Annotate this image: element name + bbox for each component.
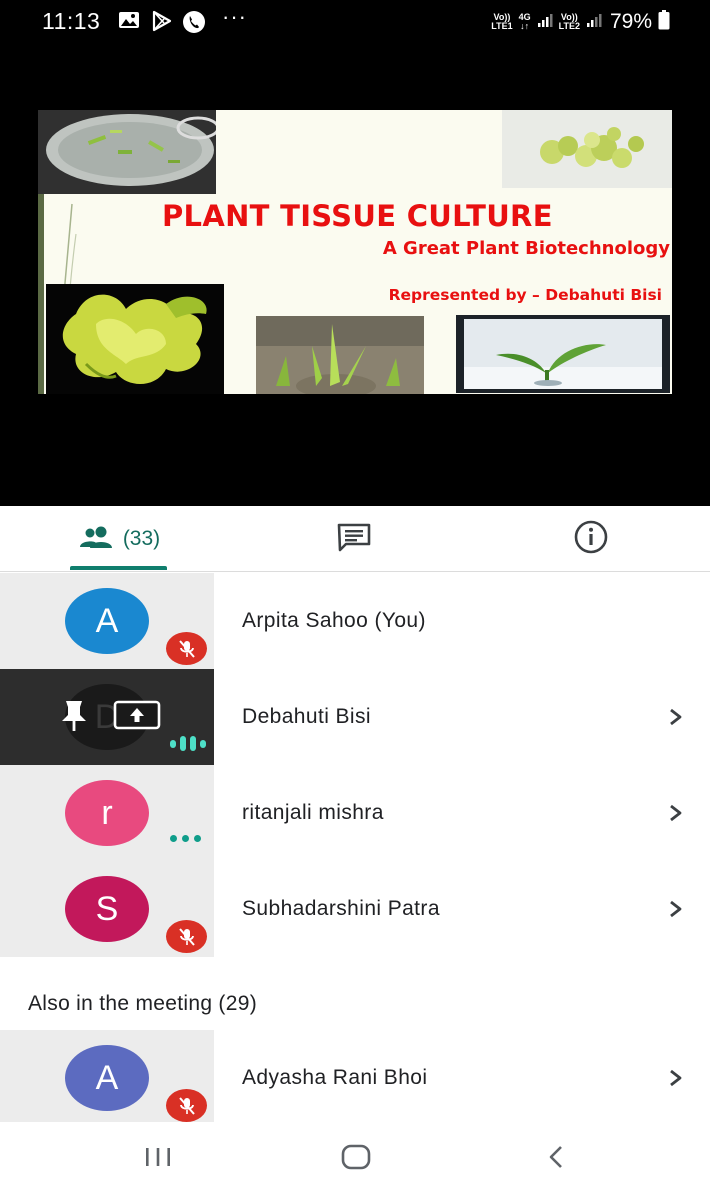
back-icon[interactable] <box>546 1144 566 1175</box>
recents-icon[interactable] <box>144 1146 172 1173</box>
avatar: A <box>65 1045 149 1111</box>
participant-tile: D <box>0 669 214 765</box>
participant-tile: A <box>0 573 214 669</box>
phone-icon <box>182 10 206 39</box>
participant-row[interactable]: S Subhadarshini Patra <box>0 861 710 957</box>
mic-off-icon <box>166 1089 207 1122</box>
participant-row[interactable]: r ritanjali mishra <box>0 765 710 861</box>
active-tab-indicator <box>70 566 167 570</box>
avatar: r <box>65 780 149 846</box>
tab-chat[interactable] <box>324 506 384 572</box>
participant-tile: S <box>0 861 214 957</box>
more-notifications: ··· <box>222 4 247 29</box>
image-icon <box>118 10 140 35</box>
avatar: A <box>65 588 149 654</box>
status-bar: 11:13 ··· Vo)) LTE1 4G ↓↑ Vo)) LTE2 79% <box>0 0 710 44</box>
participant-tile: r <box>0 765 214 861</box>
meeting-tab-bar: (33) <box>0 506 710 572</box>
also-in-meeting-header: Also in the meeting (29) <box>28 992 257 1015</box>
mic-off-icon <box>166 920 207 953</box>
signal-icon <box>586 12 602 33</box>
avatar: S <box>65 876 149 942</box>
participant-tile: A <box>0 1030 214 1122</box>
participant-name: ritanjali mishra <box>242 801 384 824</box>
participant-row[interactable]: D Debahuti Bisi <box>0 669 710 765</box>
status-indicators: Vo)) LTE1 4G ↓↑ Vo)) LTE2 79% <box>491 9 670 35</box>
sim2-label: Vo)) LTE2 <box>558 12 580 31</box>
participant-row[interactable]: A Arpita Sahoo (You) <box>0 573 710 669</box>
slide-subtitle: A Great Plant Biotechnology <box>382 238 670 259</box>
callus-image <box>502 110 672 188</box>
play-store-icon <box>151 10 173 37</box>
battery-icon <box>658 9 670 35</box>
participant-row[interactable]: A Adyasha Rani Bhoi <box>0 1030 710 1126</box>
shoot-image <box>256 316 424 394</box>
tab-people[interactable]: (33) <box>70 506 167 572</box>
presentation-slide: PLANT TISSUE CULTURE A Great Plant Biote… <box>38 110 672 394</box>
presentation-view[interactable]: PLANT TISSUE CULTURE A Great Plant Biote… <box>0 44 710 506</box>
info-icon <box>573 519 609 560</box>
people-icon <box>77 525 117 554</box>
system-nav-bar <box>0 1122 710 1188</box>
participant-name: Arpita Sahoo (You) <box>242 609 426 632</box>
speaking-indicator <box>170 736 206 751</box>
pin-icon[interactable] <box>58 699 90 738</box>
signal-icon <box>537 12 553 33</box>
chevron-right-icon[interactable] <box>668 803 684 828</box>
presenting-icon <box>112 699 162 738</box>
slide-title: PLANT TISSUE CULTURE <box>162 199 553 233</box>
chevron-right-icon[interactable] <box>668 899 684 924</box>
more-icon <box>170 835 201 842</box>
petri-dish-image <box>38 110 216 194</box>
status-time: 11:13 <box>42 8 101 34</box>
chevron-right-icon[interactable] <box>668 1068 684 1093</box>
battery-percent: 79% <box>609 10 652 33</box>
tab-info[interactable] <box>561 506 621 572</box>
plant-tissue-image <box>46 284 224 394</box>
slide-byline: Represented by – Debahuti Bisi <box>388 286 662 304</box>
participant-name: Adyasha Rani Bhoi <box>242 1066 428 1089</box>
seedling-image <box>456 315 670 393</box>
sim1-label: Vo)) LTE1 <box>491 12 513 31</box>
home-icon[interactable] <box>341 1144 371 1175</box>
participant-count: (33) <box>122 527 161 550</box>
mic-off-icon <box>166 632 207 665</box>
chat-icon <box>336 522 372 557</box>
network-label: 4G ↓↑ <box>518 12 531 31</box>
participant-name: Subhadarshini Patra <box>242 897 440 920</box>
chevron-right-icon[interactable] <box>668 707 684 732</box>
participant-name: Debahuti Bisi <box>242 705 371 728</box>
